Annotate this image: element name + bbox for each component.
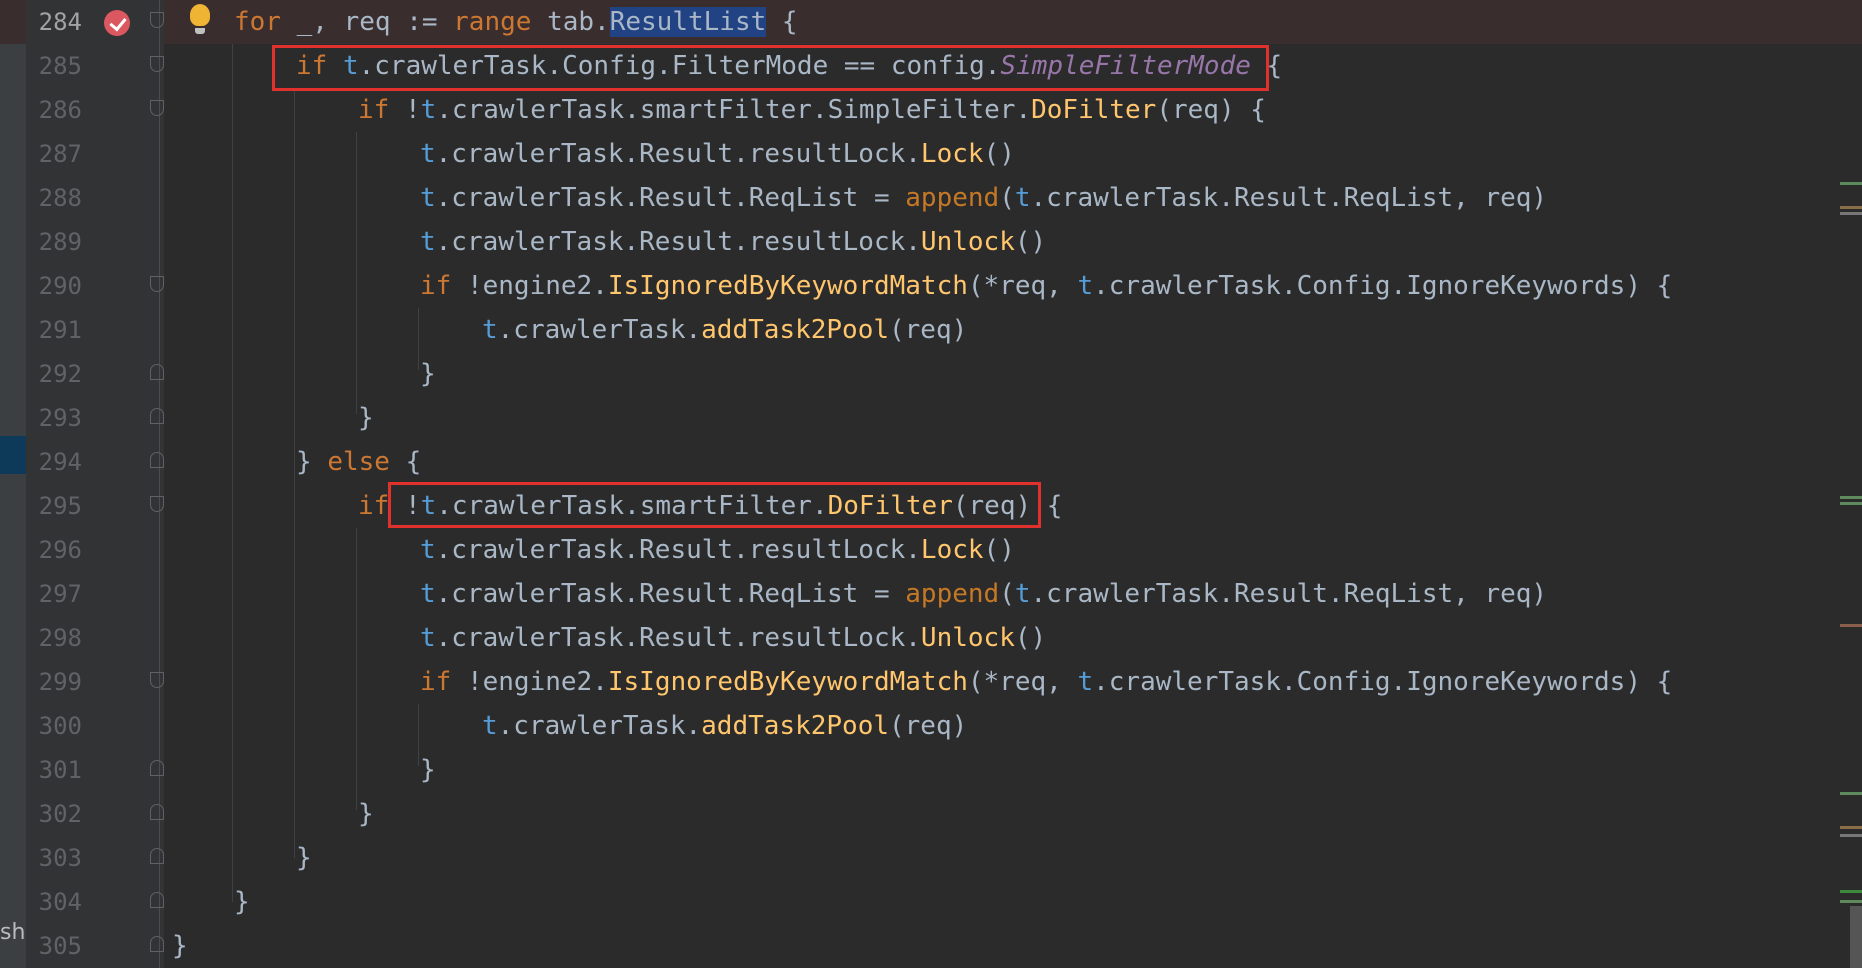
code-line: 289 t.crawlerTask.Result.resultLock.Unlo…: [0, 220, 1862, 264]
fold-end-marker-icon[interactable]: [150, 760, 164, 776]
code-line: 290 if !engine2.IsIgnoredByKeywordMatch(…: [0, 264, 1862, 308]
line-number: 288: [38, 184, 82, 212]
line-number: 300: [38, 712, 82, 740]
code-line: 286 if !t.crawlerTask.smartFilter.Simple…: [0, 88, 1862, 132]
fold-marker-icon[interactable]: [150, 276, 164, 292]
line-number: 289: [38, 228, 82, 256]
code-line: 305 }: [0, 924, 1862, 968]
code-text: t.crawlerTask.Result.resultLock.Lock(): [420, 139, 1015, 169]
code-text: for _, req := range tab.ResultList {: [234, 7, 798, 37]
fold-end-marker-icon[interactable]: [150, 936, 164, 952]
code-text: } else {: [296, 447, 422, 477]
line-number: 295: [38, 492, 82, 520]
fold-marker-icon[interactable]: [150, 56, 164, 72]
code-text: if !t.crawlerTask.smartFilter.SimpleFilt…: [358, 95, 1266, 125]
code-line: 303 }: [0, 836, 1862, 880]
line-number: 296: [38, 536, 82, 564]
line-number: 301: [38, 756, 82, 784]
code-line: 299 if !engine2.IsIgnoredByKeywordMatch(…: [0, 660, 1862, 704]
fold-end-marker-icon[interactable]: [150, 892, 164, 908]
annotation-box-filter-mode: [272, 45, 1269, 91]
code-line: 284 for _, req := range tab.ResultList {: [0, 0, 1862, 44]
code-line: 293 }: [0, 396, 1862, 440]
fold-end-marker-icon[interactable]: [150, 364, 164, 380]
code-line: 301 }: [0, 748, 1862, 792]
line-number: 293: [38, 404, 82, 432]
code-text: t.crawlerTask.Result.ReqList = append(t.…: [420, 579, 1548, 609]
code-text: }: [420, 755, 436, 785]
code-text: }: [420, 359, 436, 389]
code-text: if !engine2.IsIgnoredByKeywordMatch(*req…: [420, 271, 1673, 301]
fold-marker-icon[interactable]: [150, 12, 164, 28]
line-number: 294: [38, 448, 82, 476]
line-number: 285: [38, 52, 82, 80]
code-line: 294 } else {: [0, 440, 1862, 484]
code-text: t.crawlerTask.addTask2Pool(req): [482, 315, 968, 345]
fold-marker-icon[interactable]: [150, 496, 164, 512]
line-number: 299: [38, 668, 82, 696]
fold-marker-icon[interactable]: [150, 100, 164, 116]
line-number: 284: [38, 8, 82, 36]
code-line: 300 t.crawlerTask.addTask2Pool(req): [0, 704, 1862, 748]
code-text: }: [296, 843, 312, 873]
code-line: 298 t.crawlerTask.Result.resultLock.Unlo…: [0, 616, 1862, 660]
fold-marker-icon[interactable]: [150, 672, 164, 688]
line-number: 298: [38, 624, 82, 652]
fold-end-marker-icon[interactable]: [150, 848, 164, 864]
code-text: }: [234, 887, 250, 917]
line-number: 291: [38, 316, 82, 344]
code-line: 291 t.crawlerTask.addTask2Pool(req): [0, 308, 1862, 352]
selected-identifier: ResultList: [609, 7, 767, 37]
code-line: 296 t.crawlerTask.Result.resultLock.Lock…: [0, 528, 1862, 572]
line-number: 304: [38, 888, 82, 916]
annotation-box-dofilter: [388, 482, 1041, 528]
line-number: 287: [38, 140, 82, 168]
code-text: t.crawlerTask.Result.ReqList = append(t.…: [420, 183, 1548, 213]
code-line: 304 }: [0, 880, 1862, 924]
code-line: 297 t.crawlerTask.Result.ReqList = appen…: [0, 572, 1862, 616]
fold-end-marker-icon[interactable]: [150, 408, 164, 424]
code-line: 292 }: [0, 352, 1862, 396]
code-text: }: [358, 403, 374, 433]
error-stripe[interactable]: [1840, 0, 1862, 968]
code-text: t.crawlerTask.addTask2Pool(req): [482, 711, 968, 741]
line-number: 286: [38, 96, 82, 124]
fold-end-marker-icon[interactable]: [150, 804, 164, 820]
code-line: 302 }: [0, 792, 1862, 836]
line-number: 302: [38, 800, 82, 828]
code-text: t.crawlerTask.Result.resultLock.Unlock(): [420, 623, 1047, 653]
code-line: 287 t.crawlerTask.Result.resultLock.Lock…: [0, 132, 1862, 176]
code-text: }: [358, 799, 374, 829]
line-number: 290: [38, 272, 82, 300]
fold-end-marker-icon[interactable]: [150, 452, 164, 468]
line-number: 305: [38, 932, 82, 960]
code-text: t.crawlerTask.Result.resultLock.Lock(): [420, 535, 1015, 565]
code-text: t.crawlerTask.Result.resultLock.Unlock(): [420, 227, 1047, 257]
line-number: 303: [38, 844, 82, 872]
code-text: }: [172, 931, 188, 961]
code-text: if !engine2.IsIgnoredByKeywordMatch(*req…: [420, 667, 1673, 697]
code-line: 288 t.crawlerTask.Result.ReqList = appen…: [0, 176, 1862, 220]
line-number: 292: [38, 360, 82, 388]
line-number: 297: [38, 580, 82, 608]
